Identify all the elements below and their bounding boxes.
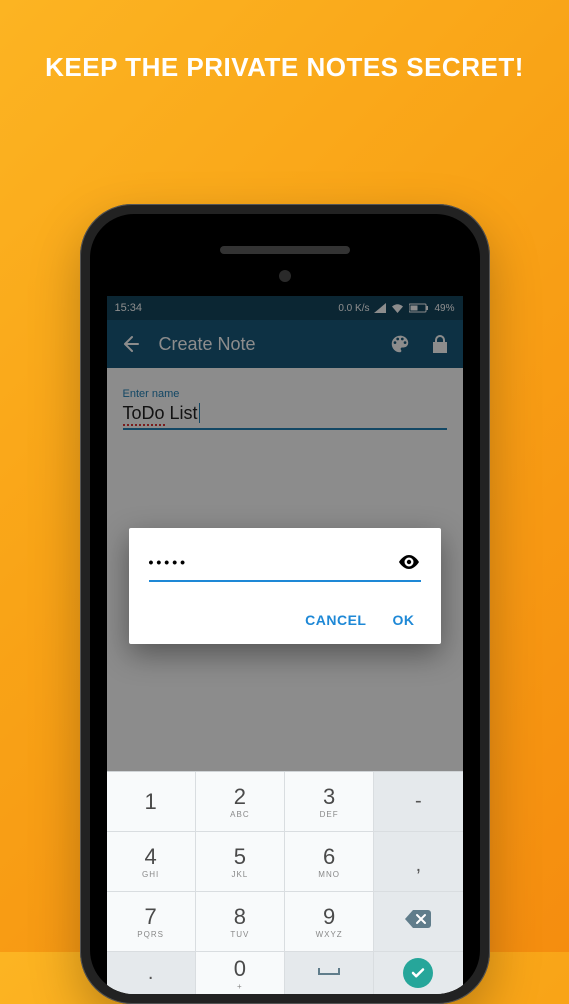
key-6-sub: MNO — [318, 870, 340, 879]
key-6[interactable]: 6MNO — [285, 832, 374, 892]
backspace-icon — [405, 910, 431, 933]
earpiece — [220, 246, 350, 254]
key-0-sub: + — [237, 982, 243, 991]
promo-headline: KEEP THE PRIVATE NOTES SECRET! — [0, 52, 569, 83]
key-dash[interactable]: - — [374, 772, 462, 832]
key-comma-label: , — [416, 854, 422, 877]
key-9-label: 9 — [323, 904, 335, 930]
phone-inner: 15:34 0.0 K/s — [90, 214, 480, 994]
key-backspace[interactable] — [374, 892, 462, 952]
dialog-actions: CANCEL OK — [149, 612, 421, 634]
key-8-sub: TUV — [230, 930, 249, 939]
key-dot[interactable]: . — [107, 952, 196, 994]
cancel-button[interactable]: CANCEL — [305, 612, 366, 628]
ok-button[interactable]: OK — [393, 612, 415, 628]
key-5-label: 5 — [234, 844, 246, 870]
key-9[interactable]: 9WXYZ — [285, 892, 374, 952]
visibility-toggle-icon[interactable] — [397, 550, 421, 574]
key-space[interactable] — [285, 952, 374, 994]
done-icon — [403, 958, 433, 988]
numeric-keypad: 1 2ABC 3DEF - 4GHI 5JKL 6MNO , 7PQRS 8TU… — [107, 771, 463, 994]
key-5[interactable]: 5JKL — [196, 832, 285, 892]
key-3-label: 3 — [323, 784, 335, 810]
key-2-sub: ABC — [230, 810, 249, 819]
key-7-sub: PQRS — [137, 930, 164, 939]
pin-input-row: ••••• — [149, 550, 421, 582]
key-4-label: 4 — [145, 844, 157, 870]
key-8[interactable]: 8TUV — [196, 892, 285, 952]
key-5-sub: JKL — [231, 870, 248, 879]
key-1-label: 1 — [145, 789, 157, 815]
key-1[interactable]: 1 — [107, 772, 196, 832]
key-dot-label: . — [148, 962, 154, 985]
key-9-sub: WXYZ — [316, 930, 343, 939]
key-0-label: 0 — [234, 956, 246, 982]
key-dash-label: - — [415, 790, 422, 813]
pin-input[interactable]: ••••• — [149, 554, 397, 570]
sensor — [279, 270, 291, 282]
key-3[interactable]: 3DEF — [285, 772, 374, 832]
space-icon — [318, 964, 340, 982]
key-7[interactable]: 7PQRS — [107, 892, 196, 952]
phone-frame: 15:34 0.0 K/s — [80, 204, 490, 1004]
pin-dialog: ••••• CANCEL OK — [129, 528, 441, 644]
key-4-sub: GHI — [142, 870, 159, 879]
key-2[interactable]: 2ABC — [196, 772, 285, 832]
key-0[interactable]: 0+ — [196, 952, 285, 994]
screen: 15:34 0.0 K/s — [107, 296, 463, 994]
key-3-sub: DEF — [320, 810, 339, 819]
key-4[interactable]: 4GHI — [107, 832, 196, 892]
key-comma[interactable]: , — [374, 832, 462, 892]
key-done[interactable] — [374, 952, 462, 994]
key-7-label: 7 — [145, 904, 157, 930]
key-8-label: 8 — [234, 904, 246, 930]
key-6-label: 6 — [323, 844, 335, 870]
key-2-label: 2 — [234, 784, 246, 810]
